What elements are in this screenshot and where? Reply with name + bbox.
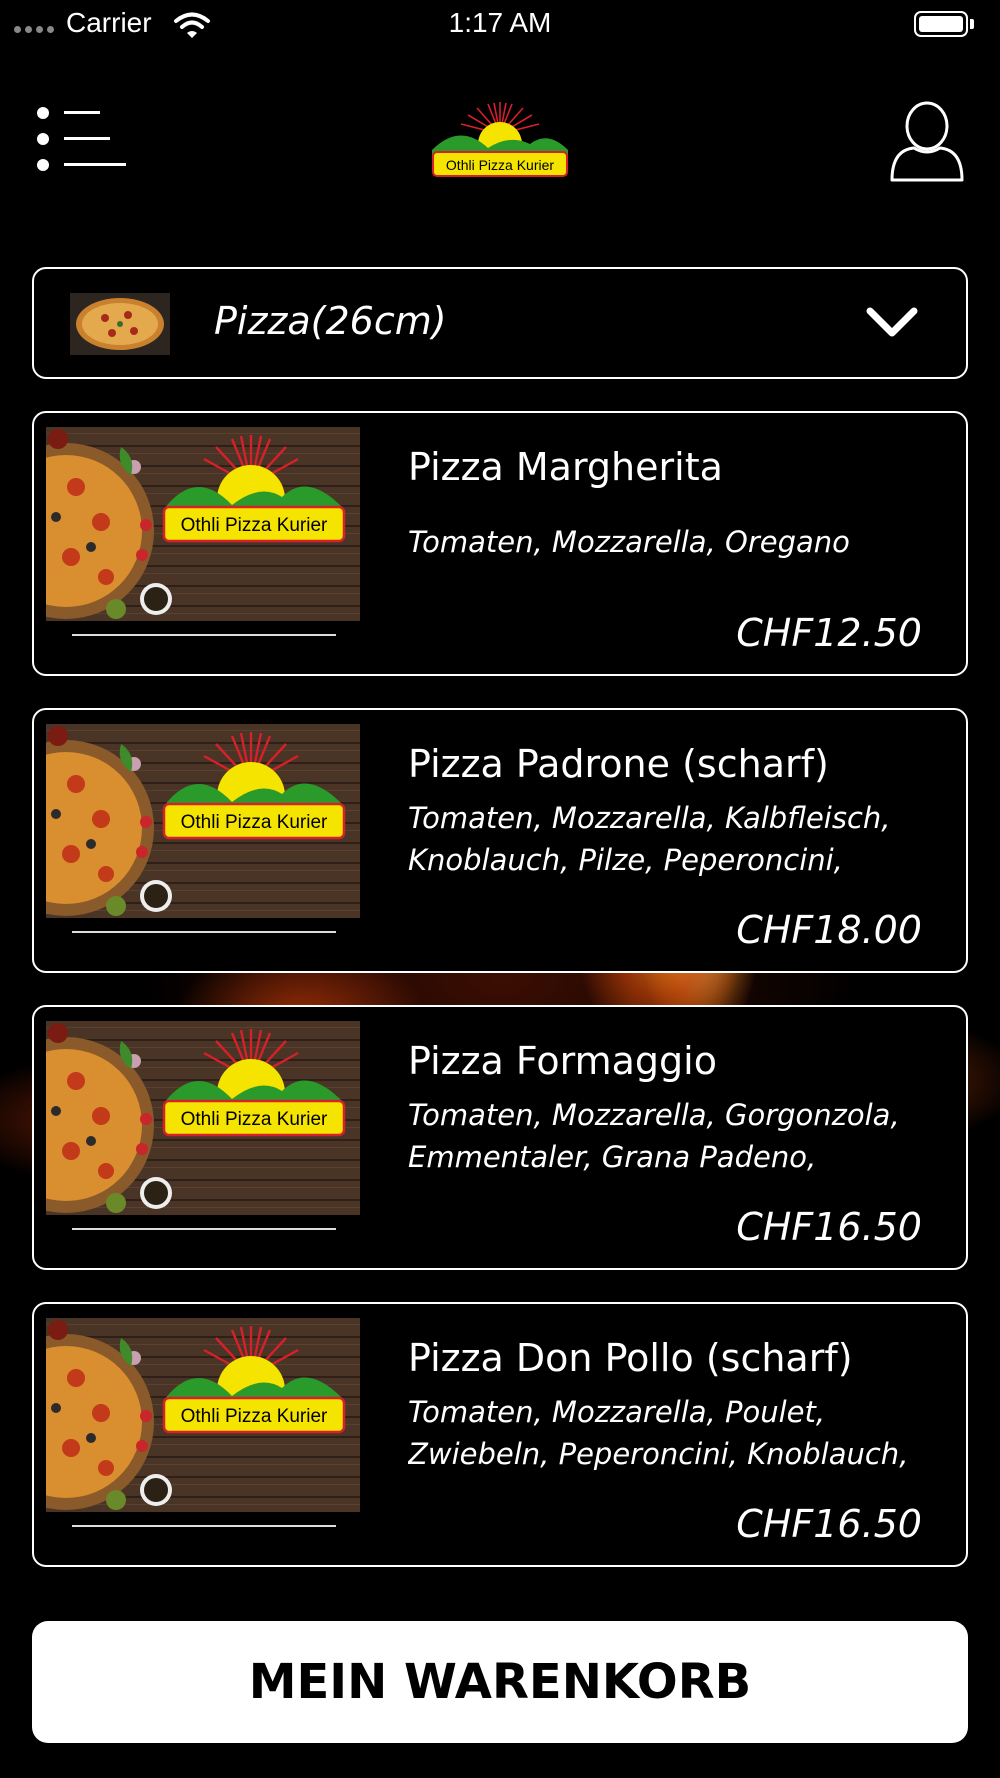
image-underline: [72, 634, 336, 636]
image-underline: [72, 931, 336, 933]
product-description: Tomaten, Mozzarella, Kalbfleisch, Knobla…: [408, 801, 891, 877]
product-title: Pizza Don Pollo (scharf): [408, 1336, 853, 1380]
product-price: CHF16.50: [736, 1205, 922, 1249]
status-bar: Carrier 1:17 AM: [0, 0, 1000, 48]
logo-text: Othli Pizza Kurier: [181, 1406, 328, 1427]
product-image: Othli Pizza Kurier: [46, 1021, 360, 1215]
battery-icon: [914, 11, 968, 37]
product-card[interactable]: Othli Pizza Kurier Pizza Margherita Toma…: [32, 411, 968, 676]
product-image: Othli Pizza Kurier: [46, 724, 360, 918]
list-menu-icon[interactable]: [36, 106, 128, 172]
logo-text: Othli Pizza Kurier: [181, 1109, 328, 1130]
product-title: Pizza Padrone (scharf): [408, 742, 829, 786]
category-thumbnail: [70, 293, 170, 355]
product-description: Tomaten, Mozzarella, Gorgonzola, Emmenta…: [408, 1098, 900, 1174]
product-image: Othli Pizza Kurier: [46, 1318, 360, 1512]
product-card[interactable]: Othli Pizza Kurier Pizza Padrone (scharf…: [32, 708, 968, 973]
logo-text: Othli Pizza Kurier: [181, 515, 328, 536]
category-label: Pizza(26cm): [214, 299, 447, 343]
category-dropdown[interactable]: Pizza(26cm): [32, 267, 968, 379]
clock: 1:17 AM: [448, 7, 552, 38]
product-image: Othli Pizza Kurier: [46, 427, 360, 621]
product-card[interactable]: Othli Pizza Kurier Pizza Formaggio Tomat…: [32, 1005, 968, 1270]
chevron-down-icon[interactable]: [864, 303, 920, 343]
product-title: Pizza Formaggio: [408, 1039, 717, 1083]
brand-logo: Othli Pizza Kurier: [432, 102, 568, 177]
battery-tip: [970, 19, 974, 29]
product-price: CHF12.50: [736, 611, 922, 655]
cart-button[interactable]: MEIN WARENKORB: [32, 1621, 968, 1743]
product-price: CHF18.00: [736, 908, 922, 952]
logo-text: Othli Pizza Kurier: [181, 812, 328, 833]
product-description: Tomaten, Mozzarella, Poulet, Zwiebeln, P…: [408, 1395, 909, 1471]
product-card[interactable]: Othli Pizza Kurier Pizza Don Pollo (scha…: [32, 1302, 968, 1567]
logo-text: Othli Pizza Kurier: [446, 157, 554, 173]
product-description: Tomaten, Mozzarella, Oregano: [408, 525, 850, 559]
user-profile-icon[interactable]: [890, 100, 964, 182]
product-title: Pizza Margherita: [408, 445, 723, 489]
image-underline: [72, 1228, 336, 1230]
image-underline: [72, 1525, 336, 1527]
product-price: CHF16.50: [736, 1502, 922, 1546]
